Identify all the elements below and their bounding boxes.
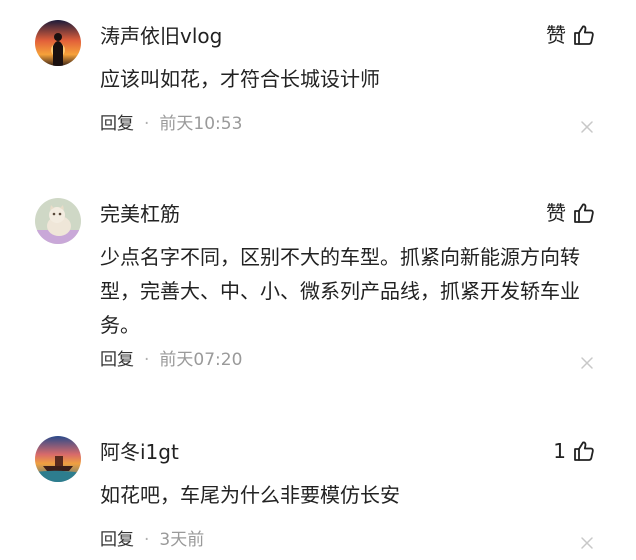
thumbs-up-icon bbox=[572, 201, 596, 225]
comment-meta: 回复 · 前天07:20 bbox=[100, 348, 242, 372]
reply-button[interactable]: 回复 bbox=[100, 348, 134, 372]
avatar[interactable] bbox=[35, 198, 81, 244]
thumbs-up-icon bbox=[572, 439, 596, 463]
like-label: 赞 bbox=[546, 201, 566, 225]
comment-text: 如花吧，车尾为什么非要模仿长安 bbox=[100, 483, 400, 507]
like-button[interactable]: 赞 bbox=[546, 20, 596, 50]
thumbs-up-icon bbox=[572, 23, 596, 47]
separator-dot: · bbox=[144, 350, 150, 370]
like-count: 1 bbox=[553, 439, 566, 463]
comment-text: 少点名字不同，区别不大的车型。抓紧向新能源方向转型，完善大、中、小、微系列产品线… bbox=[100, 245, 580, 337]
timestamp: 前天07:20 bbox=[159, 350, 243, 370]
reply-button[interactable]: 回复 bbox=[100, 112, 134, 136]
like-label: 赞 bbox=[546, 23, 566, 47]
like-button[interactable]: 赞 bbox=[546, 198, 596, 228]
comment-text: 应该叫如花，才符合长城设计师 bbox=[100, 67, 380, 91]
avatar[interactable] bbox=[35, 20, 81, 66]
close-icon[interactable] bbox=[580, 356, 594, 370]
separator-dot: · bbox=[144, 530, 150, 550]
comment-meta: 回复 · 前天10:53 bbox=[100, 112, 242, 136]
timestamp: 前天10:53 bbox=[159, 114, 243, 134]
username[interactable]: 涛声依旧vlog bbox=[100, 22, 222, 50]
separator-dot: · bbox=[144, 114, 150, 134]
username[interactable]: 完美杠筋 bbox=[100, 200, 180, 228]
like-button[interactable]: 1 bbox=[553, 436, 596, 466]
comment-meta: 回复 · 3天前 bbox=[100, 528, 204, 552]
reply-button[interactable]: 回复 bbox=[100, 528, 134, 552]
avatar[interactable] bbox=[35, 436, 81, 482]
timestamp: 3天前 bbox=[159, 530, 205, 550]
close-icon[interactable] bbox=[580, 120, 594, 134]
username[interactable]: 阿冬i1gt bbox=[100, 438, 179, 466]
close-icon[interactable] bbox=[580, 536, 594, 550]
